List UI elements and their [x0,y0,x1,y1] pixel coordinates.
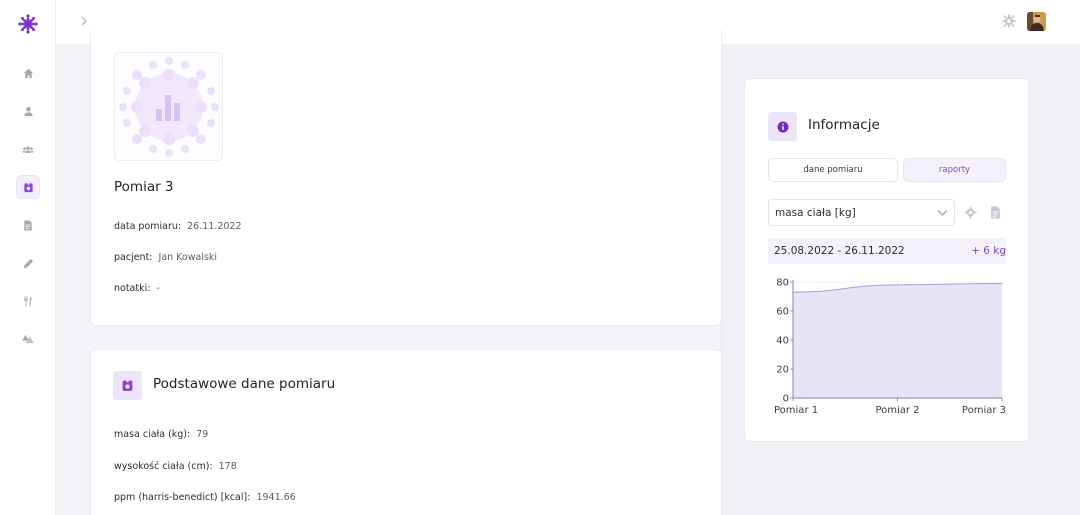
y-tick-label: 80 [776,278,789,289]
measurement-date-label: data pomiaru: [114,221,182,232]
ppm-row: ppm (harris-benedict) [kcal]: 1941.66 [114,492,296,503]
basic-data-icon-box [113,371,142,400]
measurement-date-row: data pomiaru: 26.11.2022 [114,221,242,232]
series-area [793,283,1002,398]
height-value: 178 [218,461,237,472]
user-avatar[interactable] [1027,12,1046,31]
sidebar-item-documents[interactable] [17,214,39,236]
sidebar [0,0,56,515]
measurement-icon [122,380,133,391]
y-tick-label: 0 [783,394,789,405]
ppm-value: 1941.66 [256,492,296,503]
sidebar-item-shapes[interactable] [17,328,39,350]
mass-row: masa ciała (kg): 79 [114,429,208,440]
notes-label: notatki: [114,283,151,294]
x-tick-label: Pomiar 1 [774,405,818,416]
app-logo[interactable] [17,13,39,35]
sidebar-item-measurement[interactable] [17,176,39,198]
info-icon [777,121,788,132]
tab-measurement-data[interactable]: dane pomiaru [768,158,898,182]
measurement-date-value: 26.11.2022 [187,221,242,232]
measurement-thumbnail [114,52,223,161]
mass-label: masa ciała (kg): [114,429,191,440]
height-row: wysokość ciała (cm): 178 [114,461,237,472]
info-title: Informacje [808,117,880,133]
tab-reports[interactable]: raporty [903,158,1006,182]
y-tick-label: 60 [776,307,789,318]
notes-row: notatki: - [114,283,160,294]
y-tick-label: 20 [776,365,789,376]
chevron-right-icon[interactable] [76,13,92,29]
sidebar-item-diet[interactable] [17,290,39,312]
weight-chart: 0 20 40 60 80 Pomiar 1 Pomiar 2 Pomiar 3 [774,278,1006,417]
sidebar-item-users[interactable] [17,138,39,160]
settings-icon[interactable] [1002,14,1016,28]
document-icon [24,219,32,231]
info-icon-box [768,112,797,141]
x-tick-label: Pomiar 3 [962,405,1006,416]
pen-icon [23,258,33,268]
chevron-down-icon[interactable] [936,206,949,219]
y-tick-label: 40 [776,336,789,347]
measurement-title: Pomiar 3 [114,179,174,195]
measurement-icon [23,182,33,192]
export-document-icon[interactable] [990,206,1001,219]
patient-label: pacjent: [114,252,153,263]
ppm-label: ppm (harris-benedict) [kcal]: [114,492,251,503]
weight-change: + 6 kg [971,245,1006,257]
chart-illustration-icon [119,57,219,157]
basic-data-title: Podstawowe dane pomiaru [153,376,336,392]
patient-row: pacjent: Jan Kowalski [114,252,217,263]
notes-value: - [156,283,160,294]
x-tick-label: Pomiar 2 [875,405,919,416]
shapes-icon [22,334,34,344]
sidebar-item-home[interactable] [17,62,39,84]
height-label: wysokość ciała (cm): [114,461,213,472]
sidebar-item-edit[interactable] [17,252,39,274]
user-icon [23,106,33,116]
patient-value: Jan Kowalski [158,252,218,263]
parameter-select[interactable]: masa ciała [kg] [768,199,955,226]
chart-settings-icon[interactable] [964,206,977,219]
home-icon [23,68,33,78]
mass-value: 79 [196,429,209,440]
sidebar-item-user[interactable] [17,100,39,122]
cutlery-icon [24,295,32,307]
users-icon [22,146,34,153]
